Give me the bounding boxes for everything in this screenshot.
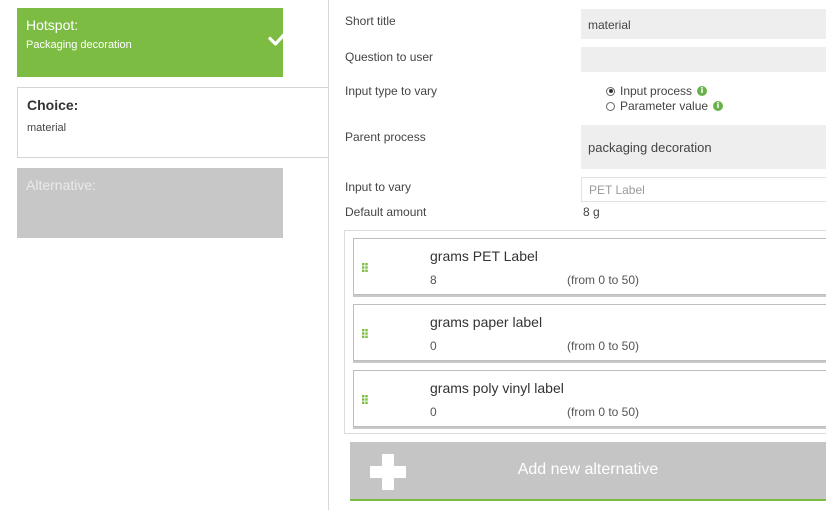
alternative-amount: 8 [430,273,437,287]
alternative-name: grams PET Label [430,248,538,264]
short-title-input[interactable]: material [581,9,826,39]
choice-title: Choice: [27,97,79,113]
add-alternative-button[interactable]: Add new alternative [350,442,826,501]
parent-process-label: Parent process [345,130,426,144]
hotspot-title: Hotspot: [26,17,79,33]
radio-label-input-process: Input process [620,84,693,98]
default-amount-value: 8 g [583,205,600,219]
choice-subtitle: material [27,122,67,134]
question-label: Question to user [345,50,434,64]
short-title-label: Short title [345,14,396,28]
alternative-range: (from 0 to 50) [567,273,640,287]
radio-parameter-value[interactable]: Parameter value i [606,99,724,113]
radio-button[interactable] [606,101,615,111]
check-icon [268,30,288,46]
default-amount-label: Default amount [345,205,427,219]
input-type-label: Input type to vary [345,84,438,98]
hotspot-subtitle: Packaging decoration [26,39,132,51]
panel-divider [328,0,329,510]
choice-card[interactable]: Choice: material [17,87,329,158]
list-item[interactable]: grams PET Label 8 (from 0 to 50) [353,238,826,295]
radio-input-process[interactable]: Input process i [606,84,708,98]
alternative-range: (from 0 to 50) [567,339,640,353]
drag-handle-icon[interactable] [362,329,371,338]
alternative-amount: 0 [430,405,437,419]
alternative-name: grams poly vinyl label [430,380,564,396]
radio-button-selected[interactable] [606,86,615,96]
input-to-vary-input[interactable]: PET Label [581,177,826,202]
short-title-value: material [588,18,631,32]
info-icon[interactable]: i [713,101,724,111]
alternative-title: Alternative: [26,177,97,193]
drag-handle-icon[interactable] [362,263,371,272]
alternative-range: (from 0 to 50) [567,405,640,419]
list-item[interactable]: grams poly vinyl label 0 (from 0 to 50) [353,370,826,427]
input-to-vary-placeholder: PET Label [589,183,645,197]
alternatives-list: grams PET Label 8 (from 0 to 50) grams p… [344,230,826,434]
radio-label-parameter-value: Parameter value [620,99,709,113]
hotspot-card[interactable]: Hotspot: Packaging decoration [17,8,288,77]
info-icon[interactable]: i [697,86,708,96]
alternative-amount: 0 [430,339,437,353]
question-input[interactable] [581,47,826,72]
add-alternative-label: Add new alternative [517,461,659,478]
parent-process-value: packaging decoration [588,140,712,155]
parent-process-field: packaging decoration [581,125,826,169]
input-to-vary-label: Input to vary [345,180,412,194]
alternative-card[interactable]: Alternative: [17,168,283,238]
drag-handle-icon[interactable] [362,395,371,404]
alternative-name: grams paper label [430,314,543,330]
list-item[interactable]: grams paper label 0 (from 0 to 50) [353,304,826,361]
